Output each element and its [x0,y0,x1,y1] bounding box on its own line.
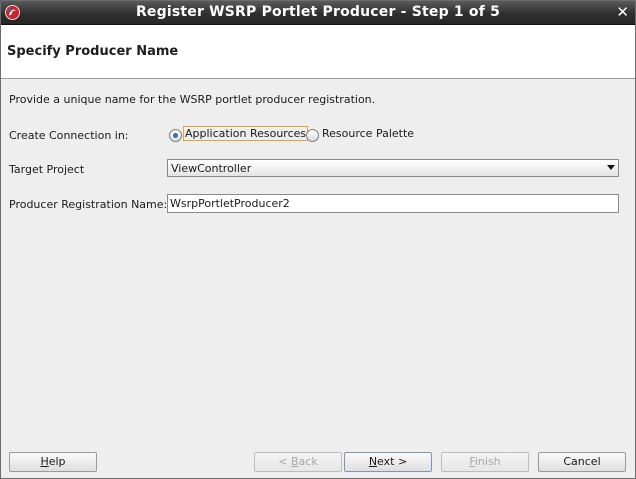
back-button[interactable]: < Back [254,452,342,472]
producer-name-label: Producer Registration Name: [9,198,168,211]
finish-button[interactable]: Finish [441,452,529,472]
wizard-content: Provide a unique name for the WSRP portl… [1,79,635,449]
cancel-button[interactable]: Cancel [538,452,626,472]
target-project-label: Target Project [9,163,85,176]
application-resources-radio-label[interactable]: Application Resources [183,126,309,141]
producer-name-input[interactable] [167,194,619,213]
title-bar[interactable]: Register WSRP Portlet Producer - Step 1 … [1,1,635,25]
application-resources-radio[interactable] [169,129,182,142]
resource-palette-radio[interactable] [306,129,319,142]
page-title: Specify Producer Name [7,44,179,59]
close-icon[interactable]: ✕ [616,3,629,21]
chevron-down-icon[interactable] [607,165,615,170]
create-connection-label: Create Connection in: [9,129,129,142]
window-title: Register WSRP Portlet Producer - Step 1 … [135,4,501,20]
next-button[interactable]: Next > [344,452,432,472]
target-project-dropdown[interactable]: ViewController [167,159,619,177]
wizard-dialog: Register WSRP Portlet Producer - Step 1 … [0,0,636,479]
help-button[interactable]: Help [9,452,97,472]
wizard-header: Specify Producer Name [1,25,635,79]
resource-palette-radio-label[interactable]: Resource Palette [322,127,414,140]
target-project-value: ViewController [171,162,252,175]
description-text: Provide a unique name for the WSRP portl… [9,93,376,106]
